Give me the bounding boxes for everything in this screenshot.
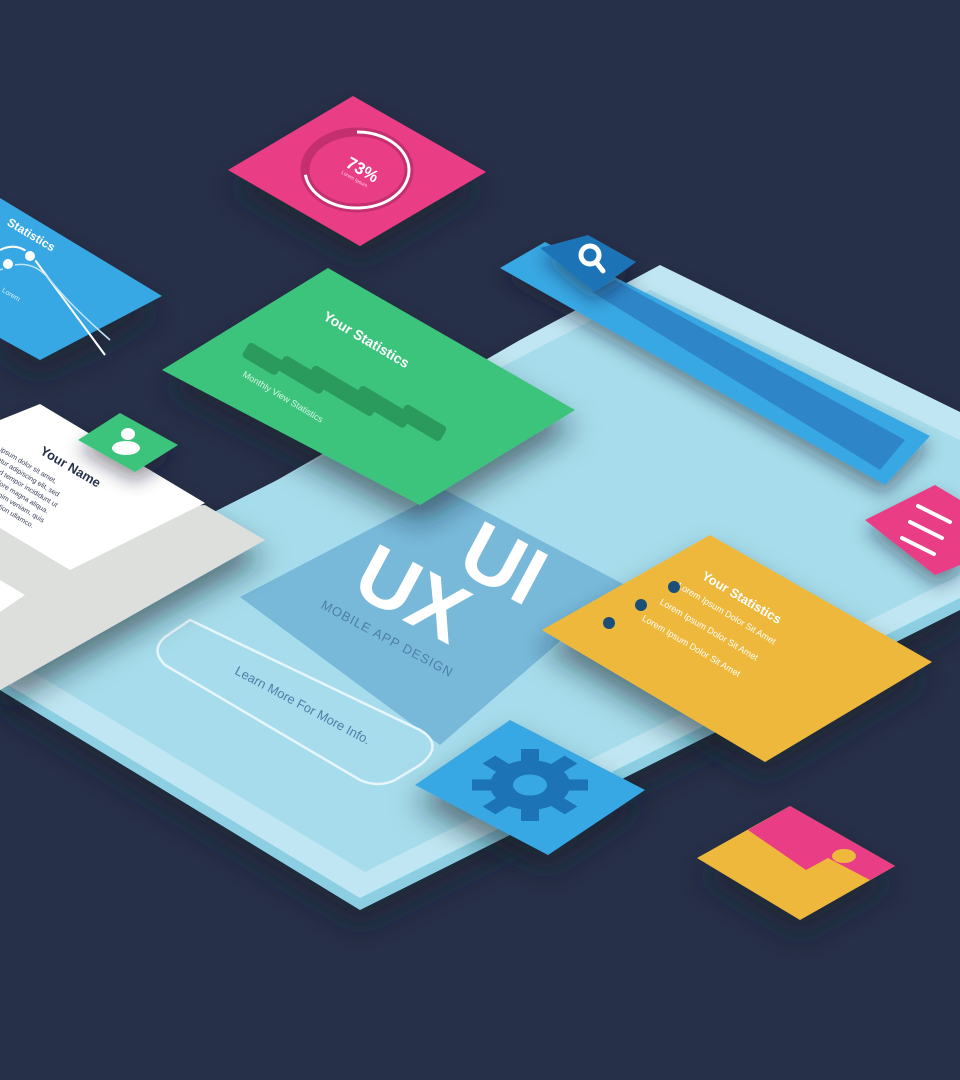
line-stats-card: Statistics Lorem bbox=[0, 198, 162, 360]
line-stats-point bbox=[23, 249, 37, 263]
illustration-scene: UI UX MOBILE APP DESIGN Learn More For M… bbox=[0, 0, 960, 1080]
isometric-ui-illustration: UI UX MOBILE APP DESIGN Learn More For M… bbox=[0, 96, 960, 920]
image-tile[interactable] bbox=[697, 806, 895, 920]
gear-icon bbox=[472, 749, 588, 821]
list-bullet bbox=[603, 617, 615, 629]
list-bullet bbox=[635, 599, 647, 611]
list-bullet bbox=[668, 581, 680, 593]
line-stats-point bbox=[1, 257, 15, 271]
